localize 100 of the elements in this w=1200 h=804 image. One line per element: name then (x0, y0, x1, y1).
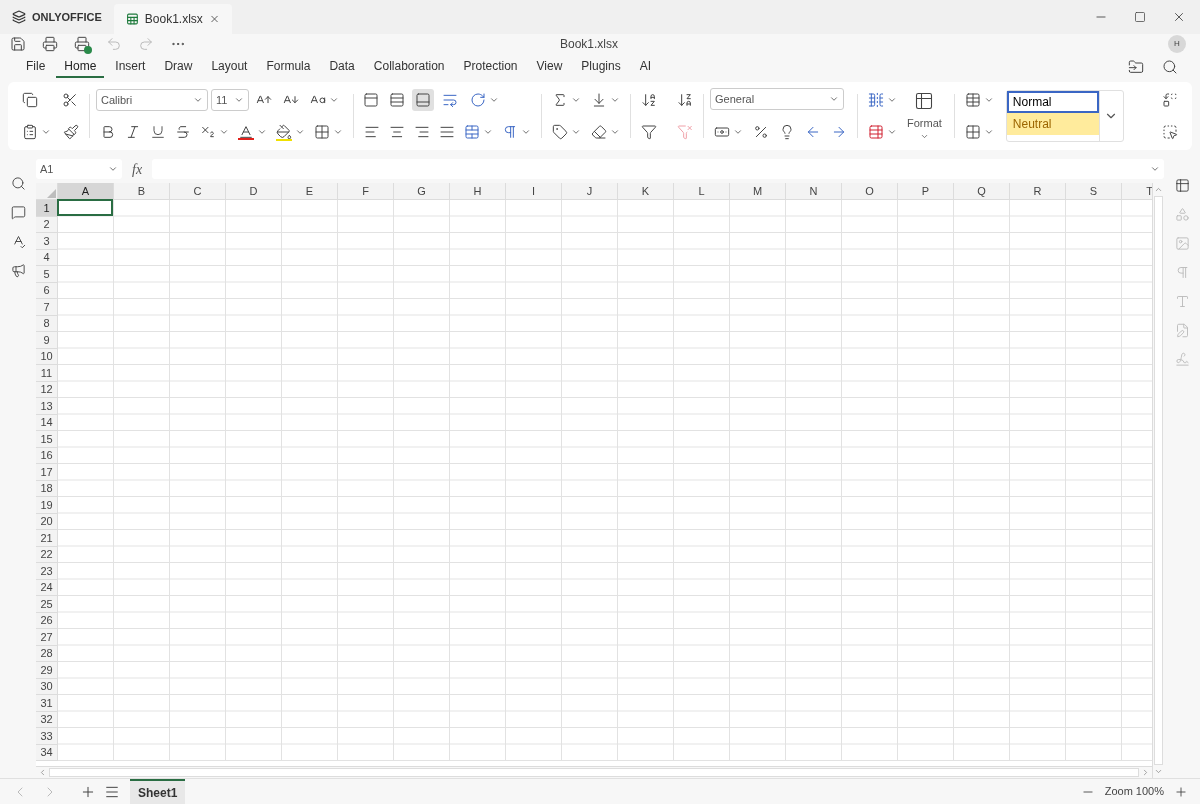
menu-tab[interactable]: Protection (455, 56, 526, 78)
caret-icon[interactable] (219, 127, 229, 137)
sheet-tab[interactable]: Sheet1 (130, 779, 186, 804)
folder-icon[interactable] (1128, 59, 1144, 75)
row-header[interactable]: 3 (36, 233, 58, 250)
underline-icon[interactable] (150, 124, 166, 140)
row-header[interactable]: 1 (36, 200, 58, 217)
caret-icon[interactable] (489, 95, 499, 105)
caret-icon[interactable] (610, 127, 620, 137)
user-avatar[interactable]: H (1168, 35, 1186, 53)
caret-icon[interactable] (983, 95, 994, 105)
filter-icon[interactable] (641, 124, 657, 140)
font-size-dropdown[interactable]: 11 (211, 89, 249, 111)
table-icon[interactable] (964, 124, 981, 140)
column-header[interactable]: D (226, 183, 282, 200)
row-header[interactable]: 31 (36, 695, 58, 712)
tag-icon[interactable] (552, 124, 568, 140)
fill-down-icon[interactable] (591, 92, 607, 108)
align-left-icon[interactable] (364, 124, 380, 140)
menu-tab[interactable]: Data (321, 56, 363, 78)
column-header[interactable]: C (170, 183, 226, 200)
italic-icon[interactable] (125, 124, 141, 140)
column-header[interactable]: K (618, 183, 674, 200)
formula-input[interactable] (152, 159, 1164, 179)
row-header[interactable]: 13 (36, 398, 58, 415)
caret-icon[interactable] (571, 95, 581, 105)
caret-icon[interactable] (571, 127, 581, 137)
scroll-down-icon[interactable] (1154, 767, 1163, 776)
subscript-icon[interactable] (200, 124, 216, 140)
comment-icon[interactable] (10, 205, 26, 220)
quick-print-icon[interactable] (74, 36, 90, 52)
column-header[interactable]: B (114, 183, 170, 200)
font-color-icon[interactable] (238, 124, 254, 140)
caret-icon[interactable] (333, 127, 343, 137)
fill-color-icon[interactable] (276, 123, 292, 141)
lightbulb-icon[interactable] (779, 124, 795, 140)
scroll-right-icon[interactable] (1141, 768, 1150, 777)
select-icon[interactable] (1162, 124, 1178, 140)
menu-tab[interactable]: Draw (156, 56, 201, 78)
format-button[interactable]: Format (901, 88, 948, 144)
cell-style-item[interactable]: Neutral (1006, 113, 1099, 135)
column-header[interactable]: H (450, 183, 506, 200)
save-icon[interactable] (10, 36, 26, 52)
row-header[interactable]: 19 (36, 497, 58, 514)
row-header[interactable]: 25 (36, 596, 58, 613)
column-header[interactable]: G (394, 183, 450, 200)
strikethrough-icon[interactable] (175, 124, 191, 140)
caret-icon[interactable] (483, 127, 493, 137)
print-icon[interactable] (42, 36, 58, 52)
column-header[interactable]: R (1010, 183, 1066, 200)
brand-tab[interactable]: ONLYOFFICE (0, 0, 114, 34)
row-header[interactable]: 9 (36, 332, 58, 349)
row-header[interactable]: 5 (36, 266, 58, 283)
sum-icon[interactable] (552, 92, 568, 108)
vertical-scrollbar[interactable] (1152, 183, 1164, 778)
caret-icon[interactable] (610, 95, 620, 105)
orientation-icon[interactable] (470, 92, 486, 108)
wrap-text-icon[interactable] (442, 92, 458, 108)
name-box[interactable]: A1 (36, 159, 122, 179)
currency-icon[interactable] (714, 124, 730, 140)
expand-icon[interactable] (1150, 164, 1160, 174)
align-center-icon[interactable] (389, 124, 405, 140)
column-header[interactable]: P (898, 183, 954, 200)
column-header[interactable]: T (1122, 183, 1152, 200)
menu-tab[interactable]: Collaboration (365, 56, 453, 78)
megaphone-icon[interactable] (10, 263, 26, 278)
menu-tab[interactable]: View (528, 56, 571, 78)
column-header[interactable]: L (674, 183, 730, 200)
column-header[interactable]: I (506, 183, 562, 200)
merge-cells-icon[interactable] (464, 124, 480, 140)
text-direction-icon[interactable] (502, 124, 518, 140)
row-header[interactable]: 23 (36, 563, 58, 580)
row-header[interactable]: 15 (36, 431, 58, 448)
column-header[interactable]: N (786, 183, 842, 200)
column-header[interactable]: M (730, 183, 786, 200)
justify-icon[interactable] (439, 124, 455, 140)
caret-icon[interactable] (329, 95, 339, 105)
caret-icon[interactable] (257, 127, 267, 137)
maximize-icon[interactable] (1134, 11, 1146, 23)
scroll-up-icon[interactable] (1154, 185, 1163, 194)
function-label[interactable]: fx (128, 158, 147, 180)
align-bottom-button[interactable] (412, 89, 434, 111)
align-right-icon[interactable] (414, 124, 430, 140)
row-header[interactable]: 7 (36, 299, 58, 316)
zoom-in-icon[interactable] (1174, 784, 1188, 799)
column-header[interactable]: Q (954, 183, 1010, 200)
close-icon[interactable] (1172, 10, 1186, 24)
column-header[interactable]: E (282, 183, 338, 200)
number-format-dropdown[interactable]: General (710, 88, 844, 110)
caret-icon[interactable] (983, 127, 994, 137)
font-dropdown[interactable]: Calibri (96, 89, 208, 111)
horizontal-scrollbar[interactable] (36, 766, 1152, 778)
eraser-icon[interactable] (591, 124, 607, 140)
menu-tab[interactable]: AI (631, 56, 660, 78)
table-settings-icon[interactable] (1174, 178, 1190, 193)
paintbrush-icon[interactable] (63, 124, 79, 140)
menu-tab[interactable]: Plugins (573, 56, 629, 78)
percent-icon[interactable] (753, 124, 769, 140)
document-tab[interactable]: Book1.xlsx (113, 4, 232, 34)
replace-icon[interactable] (1162, 92, 1178, 108)
